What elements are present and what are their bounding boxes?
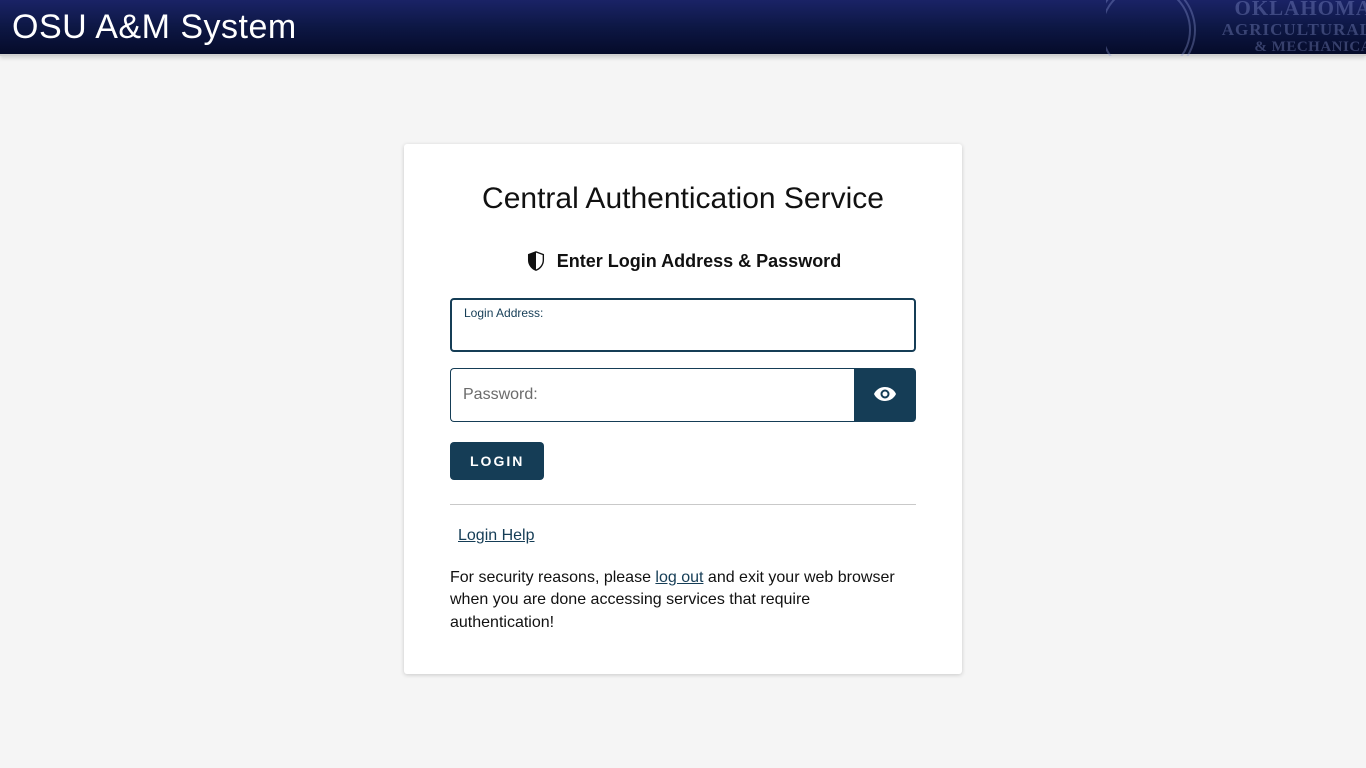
- divider: [450, 504, 916, 505]
- security-note: For security reasons, please log out and…: [450, 567, 916, 634]
- login-help-link[interactable]: Login Help: [458, 527, 535, 545]
- password-wrap[interactable]: [450, 368, 854, 422]
- prompt-row: Enter Login Address & Password: [450, 250, 916, 272]
- eye-icon: [873, 382, 897, 409]
- shield-icon: [525, 250, 547, 272]
- logout-link[interactable]: log out: [655, 569, 703, 586]
- password-field: [450, 368, 916, 422]
- login-button[interactable]: LOGIN: [450, 442, 544, 480]
- login-address-label: Login Address:: [464, 306, 902, 320]
- password-input[interactable]: [463, 386, 842, 404]
- login-address-wrap[interactable]: Login Address:: [450, 298, 916, 352]
- login-address-input[interactable]: [464, 322, 902, 340]
- main-container: Central Authentication Service Enter Log…: [0, 56, 1366, 674]
- login-address-field: Login Address:: [450, 298, 916, 352]
- prompt-text: Enter Login Address & Password: [557, 251, 841, 272]
- reveal-password-button[interactable]: [854, 368, 916, 422]
- header-seal-graphic: OKLAHOMA AGRICULTURAL & MECHANICA: [1106, 0, 1366, 56]
- seal-line1: OKLAHOMA: [1222, 0, 1366, 19]
- seal-line2: AGRICULTURAL: [1222, 21, 1366, 38]
- app-header: OSU A&M System OKLAHOMA AGRICULTURAL & M…: [0, 0, 1366, 56]
- seal-text: OKLAHOMA AGRICULTURAL & MECHANICA: [1222, 0, 1366, 55]
- security-note-before: For security reasons, please: [450, 569, 655, 586]
- seal-line3: & MECHANICA: [1222, 40, 1366, 55]
- app-title: OSU A&M System: [12, 8, 297, 47]
- page-title: Central Authentication Service: [450, 182, 916, 216]
- login-card: Central Authentication Service Enter Log…: [404, 144, 962, 674]
- seal-circle-icon: [1106, 0, 1196, 56]
